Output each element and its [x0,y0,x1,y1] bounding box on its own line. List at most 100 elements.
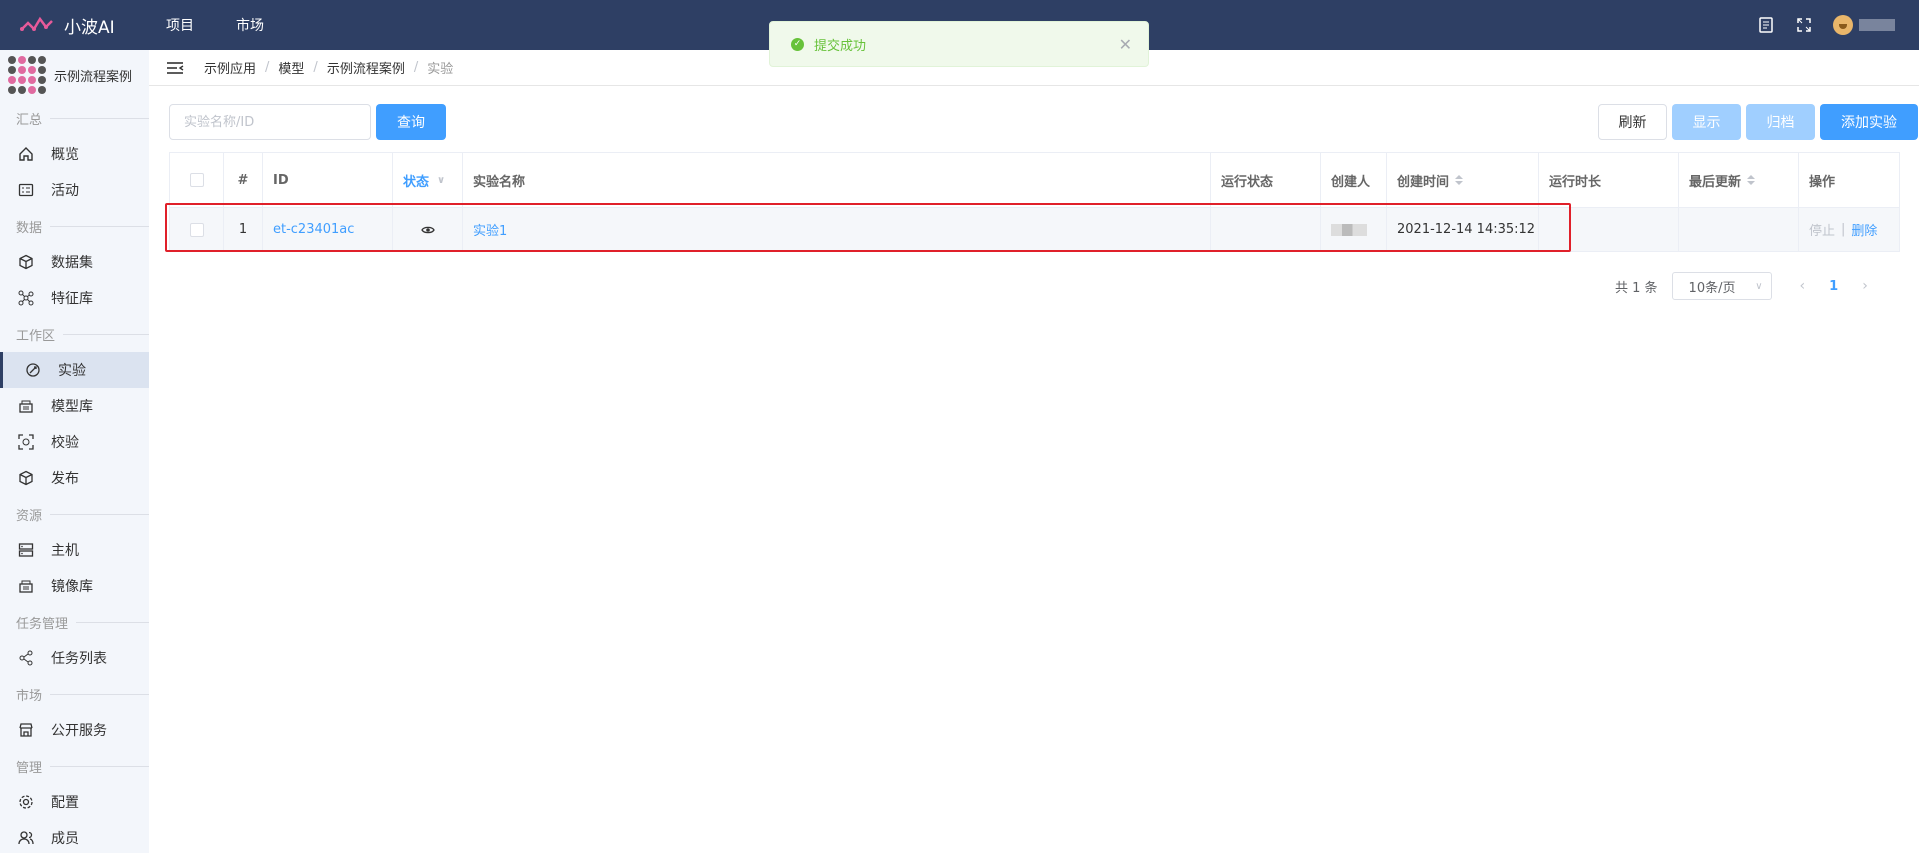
select-all-checkbox[interactable] [189,173,204,187]
table-row[interactable]: 1 et-c23401ac 实验1 2021-12-14 14:35:12 停止… [169,208,1900,252]
archive-button[interactable]: 归档 [1746,104,1815,140]
sidebar-item-datasets[interactable]: 数据集 [0,244,149,280]
table-header: # ID 状态 ∨ 实验名称 运行状态 创建人 创建时间 运行时长 最后更新 操作 [169,153,1900,208]
row-duration [1539,208,1679,251]
breadcrumb-separator: / [265,60,270,75]
sidebar-item-activity[interactable]: 活动 [0,172,149,208]
menu-collapse-icon[interactable] [166,61,184,75]
sidebar-item-features[interactable]: 特征库 [0,280,149,316]
nav-market[interactable]: 市场 [236,15,264,35]
header-select-all[interactable] [169,153,224,207]
page-size-value: 10条/页 [1688,280,1736,296]
row-run-status [1211,208,1321,251]
add-experiment-button[interactable]: 添加实验 [1820,104,1918,140]
project-name: 示例流程案例 [54,69,133,85]
sidebar-item-image-repo[interactable]: 镜像库 [0,568,149,604]
experiment-id-link[interactable]: et-c23401ac [273,222,354,237]
header-updated-label: 最后更新 [1689,174,1742,190]
chevron-left-icon[interactable]: ‹ [1800,278,1806,294]
header-name: 实验名称 [463,153,1211,207]
sidebar-item-experiments[interactable]: 实验 [0,352,149,388]
chevron-down-icon: ∨ [1755,280,1763,292]
experiment-icon [24,361,42,379]
show-button[interactable]: 显示 [1672,104,1741,140]
page-number[interactable]: 1 [1829,279,1838,294]
breadcrumb-item[interactable]: 示例应用 [204,58,256,77]
brand-name: 小波AI [64,17,115,38]
sidebar-item-label: 模型库 [51,399,93,415]
refresh-button[interactable]: 刷新 [1598,104,1667,140]
toast-message: 提交成功 [814,38,867,54]
document-icon[interactable] [1757,16,1775,34]
breadcrumb-item[interactable]: 示例流程案例 [327,58,405,77]
header-status-label: 状态 [403,174,430,190]
eye-icon[interactable] [420,225,435,235]
header-creator: 创建人 [1321,153,1387,207]
sort-icon[interactable] [1455,175,1464,185]
user-name-blurred[interactable] [1859,19,1895,31]
close-icon[interactable]: ✕ [1119,35,1132,54]
breadcrumb-separator: / [313,60,318,75]
experiment-name-link[interactable]: 实验1 [473,220,507,239]
filter-caret-icon[interactable]: ∨ [437,175,445,186]
sidebar-item-public-services[interactable]: 公开服务 [0,712,149,748]
section-market: 市场 [0,676,149,712]
wave-logo-icon [20,16,53,32]
sort-icon[interactable] [1747,175,1756,185]
avatar[interactable] [1833,15,1853,35]
header-num: # [224,153,263,207]
sidebar-item-settings[interactable]: 配置 [0,784,149,820]
sidebar-item-label: 活动 [51,183,79,199]
section-workspace: 工作区 [0,316,149,352]
ops-separator: | [1841,222,1846,237]
sidebar-item-label: 校验 [51,435,79,451]
sidebar-item-label: 任务列表 [51,651,107,667]
total-count: 共 1 条 [1615,280,1658,296]
sidebar-item-label: 特征库 [51,291,93,307]
pagination: 共 1 条 10条/页 ∨ ‹ 1 › [1615,272,1882,300]
sidebar-item-task-list[interactable]: 任务列表 [0,640,149,676]
row-checkbox[interactable] [189,222,204,237]
header-updated[interactable]: 最后更新 [1679,153,1799,207]
row-ops: 停止 | 删除 [1799,208,1900,251]
page-size-select[interactable]: 10条/页 ∨ [1671,272,1772,300]
stop-button[interactable]: 停止 [1809,220,1835,239]
breadcrumb-item[interactable]: 模型 [278,58,304,77]
row-created: 2021-12-14 14:35:12 [1387,208,1539,251]
fullscreen-icon[interactable] [1795,16,1813,34]
project-avatar-icon [8,56,46,94]
header-status[interactable]: 状态 ∨ [393,153,463,207]
row-name: 实验1 [463,208,1211,251]
home-icon [17,145,35,163]
query-button[interactable]: 查询 [376,104,446,140]
top-right-tools [1737,0,1895,50]
creator-avatar-blurred [1331,223,1367,236]
logo[interactable]: 小波AI [20,13,138,38]
row-select[interactable] [169,208,224,251]
nav-projects[interactable]: 项目 [166,15,194,35]
sidebar-item-members[interactable]: 成员 [0,820,149,853]
chevron-right-icon[interactable]: › [1862,278,1868,294]
success-toast: ✓ 提交成功 ✕ [769,21,1149,67]
sidebar-item-hosts[interactable]: 主机 [0,532,149,568]
section-resources: 资源 [0,496,149,532]
section-tasks: 任务管理 [0,604,149,640]
sidebar-item-publish[interactable]: 发布 [0,460,149,496]
graph-nodes-icon [17,289,35,307]
delete-button[interactable]: 删除 [1851,220,1877,239]
sidebar-item-label: 概览 [51,147,79,163]
project-header[interactable]: 示例流程案例 [0,50,149,100]
sidebar-item-models[interactable]: 模型库 [0,388,149,424]
check-circle-icon: ✓ [791,37,804,51]
sidebar-item-label: 成员 [51,831,79,847]
header-run-status: 运行状态 [1211,153,1321,207]
sidebar-item-validation[interactable]: 校验 [0,424,149,460]
header-created[interactable]: 创建时间 [1387,153,1539,207]
sidebar-item-label: 数据集 [51,255,93,271]
image-repo-icon [17,577,35,595]
gear-icon [17,793,35,811]
sidebar-item-overview[interactable]: 概览 [0,136,149,172]
search-input[interactable] [169,104,371,140]
sidebar-item-label: 公开服务 [51,723,107,739]
sidebar-item-label: 主机 [51,543,79,559]
